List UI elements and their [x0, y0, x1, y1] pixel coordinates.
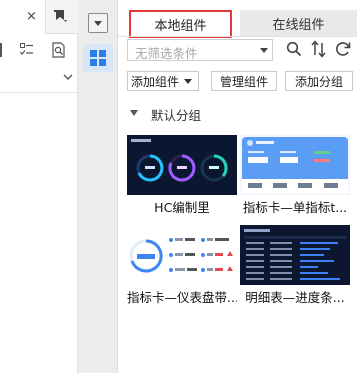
widget-card[interactable]: 指标卡—单指标t... [240, 135, 350, 217]
left-tab[interactable]: × [0, 0, 46, 34]
widget-grid-icon [90, 50, 106, 66]
add-group-button[interactable]: 添加分组 [285, 71, 353, 91]
group-header[interactable]: 默认分组 [118, 101, 357, 125]
find-document-icon[interactable] [52, 42, 66, 58]
widget-panel: 本地组件 在线组件 无筛选条件 添加组件 管理组件 添加分组 默认分组 HC编制… [118, 0, 357, 373]
dropdown-panel-button[interactable] [88, 13, 108, 33]
widget-card-title: 明细表—进度条... [245, 290, 345, 305]
widget-card-title: 指标卡—仪表盘带... [127, 290, 237, 305]
manage-widget-button[interactable]: 管理组件 [211, 71, 277, 91]
tabs-divider [118, 36, 357, 37]
sort-icon[interactable] [310, 40, 328, 58]
chevron-down-icon[interactable] [62, 72, 74, 82]
widget-thumbnail [240, 225, 350, 285]
align-icon[interactable] [0, 43, 8, 57]
collapse-icon [130, 110, 138, 116]
widget-tabs: 本地组件 在线组件 [118, 8, 357, 38]
caret-down-icon [184, 79, 192, 84]
filter-select[interactable]: 无筛选条件 [127, 39, 273, 61]
widgets-panel-button[interactable] [83, 44, 113, 72]
refresh-icon[interactable] [334, 40, 352, 58]
widget-thumbnail [127, 135, 237, 195]
search-icon[interactable] [286, 41, 302, 57]
widget-card[interactable]: 明细表—进度条... [240, 225, 350, 307]
filter-placeholder: 无筛选条件 [135, 46, 198, 61]
widget-thumbnail [240, 135, 350, 195]
add-widget-label: 添加组件 [131, 74, 180, 89]
progress-table-thumbnail [240, 225, 350, 285]
tab-local-widgets[interactable]: 本地组件 [129, 10, 232, 38]
pin-icon[interactable] [52, 9, 68, 25]
left-panel: × [0, 0, 78, 373]
left-tab-strip: × [0, 0, 78, 34]
left-toolbar [0, 36, 78, 66]
widget-card-title: HC编制里 [154, 200, 210, 215]
kpi-card-thumbnail [240, 135, 350, 195]
widget-card-title: 指标卡—单指标t... [242, 200, 348, 215]
close-icon[interactable]: × [26, 9, 37, 25]
gauge-kpi-thumbnail [127, 225, 237, 285]
widget-card[interactable]: 指标卡—仪表盘带... [127, 225, 237, 307]
widget-thumbnail [127, 225, 237, 285]
caret-down-icon [94, 21, 102, 26]
widget-card[interactable]: HC编制里 [127, 135, 237, 217]
divider [0, 92, 78, 93]
group-name: 默认分组 [151, 108, 202, 123]
add-widget-button[interactable]: 添加组件 [127, 71, 199, 91]
checklist-icon[interactable] [20, 42, 34, 58]
gauge-dashboard-thumbnail [127, 135, 237, 195]
side-icon-bar [78, 0, 118, 373]
tab-online-widgets[interactable]: 在线组件 [240, 10, 357, 36]
caret-down-icon [260, 48, 268, 53]
